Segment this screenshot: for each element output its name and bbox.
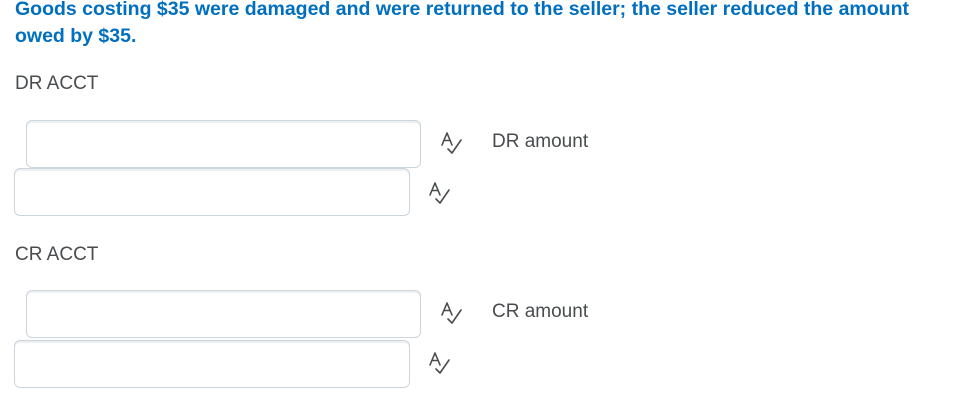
dr-acct-label: DR ACCT [15,73,99,94]
spell-check-icon[interactable] [427,181,451,205]
dr-account-input[interactable] [26,120,421,168]
cr-acct-label: CR ACCT [15,244,99,265]
dr-amount-input[interactable] [14,168,410,216]
spell-check-icon[interactable] [439,131,463,155]
spell-check-icon[interactable] [427,351,451,375]
question-text: Goods costing $35 were damaged and were … [15,0,909,47]
spell-check-icon[interactable] [439,301,463,325]
dr-amount-label: DR amount [492,131,589,152]
cr-amount-label: CR amount [492,301,589,322]
cr-amount-input[interactable] [14,340,410,388]
cr-account-input[interactable] [26,290,421,338]
